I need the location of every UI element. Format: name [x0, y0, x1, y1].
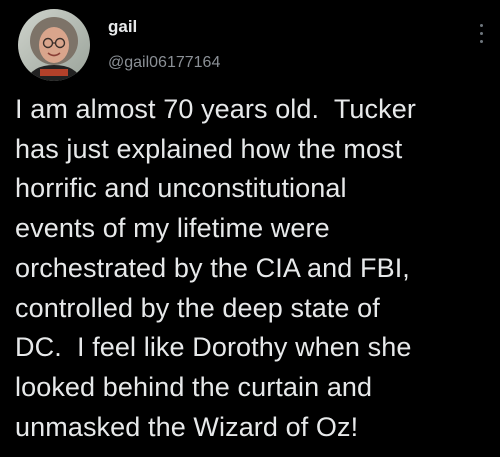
tweet-line: events of my lifetime were	[15, 213, 330, 244]
author-header: gail @gail06177164	[108, 17, 220, 73]
tweet-line: orchestrated by the CIA and FBI,	[15, 252, 410, 283]
dot	[480, 40, 483, 43]
tweet-line: has just explained how the most	[15, 133, 403, 164]
tweet-line: looked behind the curtain and	[15, 371, 373, 402]
avatar[interactable]	[18, 9, 90, 81]
more-options-icon[interactable]	[470, 20, 494, 48]
tweet-line: unmasked the Wizard of Oz!	[15, 411, 359, 442]
dot	[480, 32, 483, 35]
tweet-line: horrific and unconstitutional	[15, 173, 347, 204]
tweet-card: gail @gail06177164 I am almost 70 years …	[0, 0, 500, 457]
user-handle[interactable]: @gail06177164	[108, 53, 220, 73]
tweet-line: DC. I feel like Dorothy when she	[15, 332, 412, 363]
tweet-line: controlled by the deep state of	[15, 292, 380, 323]
display-name[interactable]: gail	[108, 17, 220, 37]
user-avatar-icon	[18, 9, 90, 81]
tweet-text: I am almost 70 years old. Tucker has jus…	[15, 90, 495, 447]
tweet-line: I am almost 70 years old. Tucker	[15, 94, 416, 124]
dot	[480, 24, 483, 27]
